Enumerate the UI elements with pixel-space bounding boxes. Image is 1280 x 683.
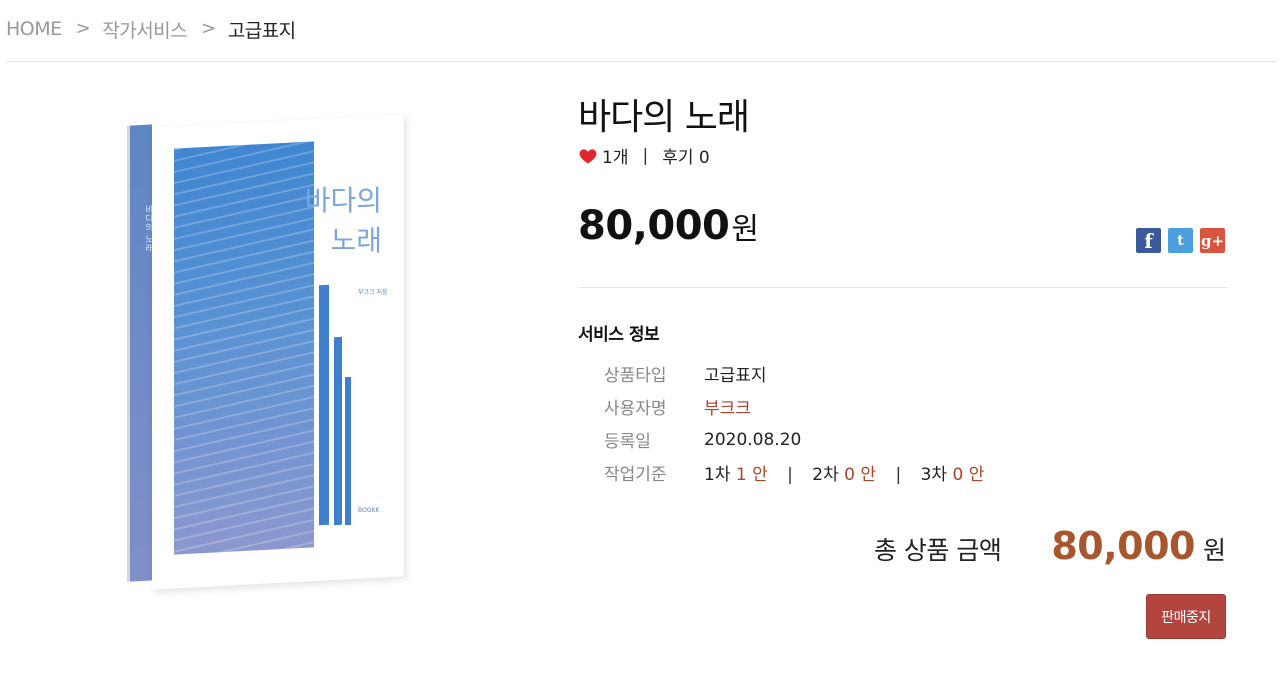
work-count: 0	[952, 465, 964, 485]
info-label: 등록일	[604, 432, 651, 452]
product-cover-image: 바다의 노래 바다의 노래 부크크 지음 BOOKK	[122, 114, 412, 590]
work-basis-value: 1차 1 안 | 2차 0 안 | 3차 0 안	[704, 460, 984, 485]
heart-icon[interactable]	[578, 146, 598, 166]
total-amount: 80,000	[1051, 524, 1195, 568]
info-row-work-basis: 작업기준 1차 1 안 | 2차 0 안 | 3차 0 안	[604, 456, 984, 489]
work-unit: 안	[968, 465, 985, 485]
price-unit: 원	[731, 212, 759, 247]
cover-title-line: 노래	[330, 224, 382, 257]
cover-sea-art	[174, 141, 314, 555]
info-label: 작업기준	[604, 465, 667, 485]
chevron-right-icon: >	[75, 17, 91, 39]
total-label: 총 상품 금액	[873, 536, 1002, 565]
social-share: f t g+	[1136, 228, 1225, 253]
work-count: 1	[735, 465, 747, 485]
work-round: 3차	[920, 465, 948, 485]
service-info-table: 상품타입 고급표지 사용자명 부크크 등록일 2020.08.20 작업기준 1…	[604, 357, 984, 489]
stop-sale-button[interactable]: 판매중지	[1146, 594, 1226, 639]
facebook-share-button[interactable]: f	[1136, 228, 1161, 253]
cover-bar	[345, 376, 351, 526]
meta-divider: |	[642, 145, 649, 166]
header-divider	[6, 61, 1276, 62]
work-round: 2차	[812, 465, 839, 485]
info-label: 사용자명	[604, 399, 667, 419]
review-count-link[interactable]: 후기 0	[662, 143, 710, 168]
service-info-heading: 서비스 정보	[578, 325, 660, 345]
cover-bar	[319, 284, 329, 526]
cover-publisher: BOOKK	[358, 507, 380, 514]
price-number: 80,000	[578, 203, 730, 249]
info-row-registered-date: 등록일 2020.08.20	[604, 423, 984, 456]
cover-author: 부크크 지음	[358, 289, 388, 296]
total-unit: 원	[1202, 536, 1226, 565]
like-count: 1개	[602, 148, 629, 168]
info-row-username: 사용자명 부크크	[604, 390, 984, 423]
googleplus-share-button[interactable]: g+	[1200, 228, 1225, 253]
product-meta: 1개 | 후기 0	[578, 143, 710, 168]
info-value: 2020.08.20	[704, 429, 802, 450]
work-count: 0	[844, 465, 855, 485]
breadcrumb-author-service-link[interactable]: 작가서비스	[102, 16, 187, 43]
total-price: 총 상품 금액 80,000 원	[874, 524, 1226, 568]
info-label: 상품타입	[604, 366, 667, 386]
breadcrumb: HOME > 작가서비스 > 고급표지	[6, 16, 296, 42]
username-link[interactable]: 부크크	[704, 394, 751, 419]
work-unit: 안	[860, 465, 877, 485]
info-row-product-type: 상품타입 고급표지	[604, 357, 984, 390]
cover-title: 바다의 노래	[302, 181, 382, 261]
section-divider	[578, 287, 1227, 288]
info-value: 고급표지	[704, 366, 767, 386]
book-spine: 바다의 노래	[130, 124, 153, 582]
work-divider: |	[895, 465, 902, 485]
work-unit: 안	[752, 465, 768, 485]
breadcrumb-current: 고급표지	[227, 19, 296, 42]
twitter-share-button[interactable]: t	[1168, 228, 1193, 253]
chevron-right-icon: >	[201, 17, 216, 39]
work-round: 1차	[704, 465, 731, 485]
breadcrumb-home-link[interactable]: HOME	[6, 18, 62, 40]
product-price: 80,000 원	[578, 203, 759, 249]
cover-bar	[334, 336, 342, 526]
work-divider: |	[787, 465, 793, 485]
cover-title-line: 바다의	[304, 184, 382, 217]
product-title: 바다의 노래	[578, 97, 750, 138]
